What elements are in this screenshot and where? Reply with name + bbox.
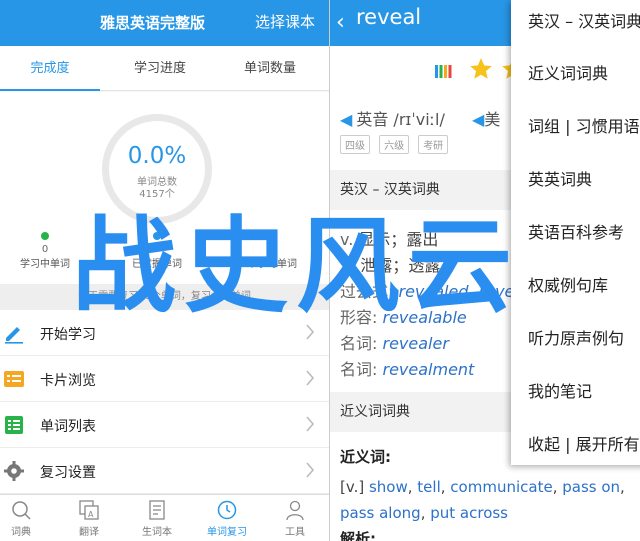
popup-item-my-notes[interactable]: 我的笔记 [528, 378, 592, 402]
uk-pronunciation[interactable]: ◀ 英音 /rɪˈviːl/ [340, 106, 445, 130]
cards-icon [4, 371, 24, 387]
uk-ipa: /rɪˈviːl/ [393, 110, 445, 129]
synonym-link[interactable]: put across [430, 504, 508, 522]
clock-icon [217, 500, 237, 520]
back-icon[interactable]: ‹ [336, 10, 345, 35]
tabbar-word-review[interactable]: 单词复习 [196, 499, 258, 538]
menu-label: 卡片浏览 [40, 373, 96, 389]
total-words-count: 4157个 [139, 189, 175, 200]
menu-card-browse[interactable]: 卡片浏览 [0, 356, 329, 402]
popup-item-ec-dict[interactable]: 英汉 – 汉英词典 [528, 8, 640, 32]
menu-word-list[interactable]: 单词列表 [0, 402, 329, 448]
bottom-tabbar: 词典 A 翻译 生词本 单词复习 工具 [0, 494, 329, 541]
select-textbook-button[interactable]: 选择课本 [255, 11, 315, 32]
completion-percent: 0.0% [127, 143, 187, 169]
tabbar-label: 词典 [11, 527, 31, 538]
tag: 四级 [340, 135, 370, 154]
inflection-link[interactable]: revealer [383, 334, 449, 353]
learning-dot [41, 232, 49, 240]
def-pos: 名词: [340, 360, 378, 379]
synonym-link[interactable]: tell [417, 478, 440, 496]
section-jump-menu: 英汉 – 汉英词典 近义词词典 词组 | 习惯用语 英英词典 英语百科参考 权威… [511, 0, 640, 465]
popup-item-ee-dict[interactable]: 英英词典 [528, 166, 592, 190]
menu-label: 开始学习 [40, 327, 96, 343]
translate-icon: A [79, 500, 99, 520]
search-icon [12, 501, 31, 520]
menu-review-settings[interactable]: 复习设置 [0, 448, 329, 494]
headword: reveal [356, 5, 422, 29]
exam-tags: 四级 六级 考研 [340, 134, 452, 154]
page-title: 雅思英语完整版 [100, 14, 206, 32]
us-label: 美 [484, 110, 501, 129]
synonym-link[interactable]: communicate [450, 478, 552, 496]
tag: 考研 [418, 135, 449, 154]
synonym-link[interactable]: pass on [562, 478, 620, 496]
tab-completion[interactable]: 完成度 [0, 46, 100, 91]
speaker-icon: ◀ [340, 110, 353, 129]
watermark-text: 战史风云 [72, 205, 521, 327]
speaker-icon: ◀ [472, 110, 485, 129]
tab-word-count[interactable]: 单词数量 [220, 46, 320, 91]
tabbar-tools[interactable]: 工具 [264, 499, 326, 538]
notebook-icon [149, 500, 165, 520]
tag: 六级 [379, 135, 410, 154]
analysis-title: 解析: [340, 530, 376, 541]
menu-label: 复习设置 [40, 465, 96, 481]
tabbar-dictionary[interactable]: 词典 [0, 499, 52, 538]
popup-item-phrases[interactable]: 词组 | 习惯用语 [528, 113, 640, 137]
study-menu: 开始学习 卡片浏览 单词列表 复习设置 [0, 310, 329, 494]
synonyms-title: 近义词: [340, 448, 391, 466]
popup-item-encyclopedia[interactable]: 英语百科参考 [528, 219, 624, 243]
frequency-bars-icon[interactable] [434, 62, 452, 80]
popup-item-collapse-expand[interactable]: 收起 | 展开所有 [528, 431, 640, 455]
tabbar-label: 工具 [285, 527, 305, 538]
popup-item-examples[interactable]: 权威例句库 [528, 272, 608, 296]
uk-label: 英音 [356, 110, 389, 129]
tab-progress[interactable]: 学习进度 [110, 46, 210, 91]
popup-item-audio-examples[interactable]: 听力原声例句 [528, 325, 624, 349]
tabbar-label: 生词本 [142, 527, 172, 538]
definition-row: 名词: revealer [340, 330, 449, 354]
inflection-link[interactable]: revealment [383, 360, 475, 379]
person-icon [286, 500, 304, 521]
tabbar-label: 单词复习 [207, 527, 247, 538]
menu-label: 单词列表 [40, 419, 96, 435]
chevron-right-icon [306, 370, 315, 386]
popup-item-synonyms[interactable]: 近义词词典 [528, 60, 608, 84]
gear-icon [4, 461, 24, 481]
tabbar-translate[interactable]: A 翻译 [58, 499, 120, 538]
synonym-link[interactable]: show [369, 478, 408, 496]
svg-text:A: A [88, 510, 94, 519]
us-pronunciation[interactable]: ◀美 [472, 106, 500, 130]
tabbar-notebook[interactable]: 生词本 [126, 499, 188, 538]
chevron-right-icon [306, 416, 315, 432]
pencil-icon [5, 327, 23, 344]
tabbar-label: 翻译 [79, 527, 99, 538]
synonyms-list: [v.] show, tell, communicate, pass on, p… [340, 474, 640, 541]
app-header: 雅思英语完整版 选择课本 [0, 0, 329, 46]
list-icon [5, 416, 23, 434]
stats-tabs: 完成度 学习进度 单词数量 [0, 46, 329, 91]
synonym-link[interactable]: pass along [340, 504, 421, 522]
definition-row: 名词: revealment [340, 356, 474, 380]
def-pos: 名词: [340, 334, 378, 353]
star-icon[interactable] [468, 56, 494, 82]
chevron-right-icon [306, 462, 315, 478]
synonym-pos: [v.] [340, 478, 365, 496]
